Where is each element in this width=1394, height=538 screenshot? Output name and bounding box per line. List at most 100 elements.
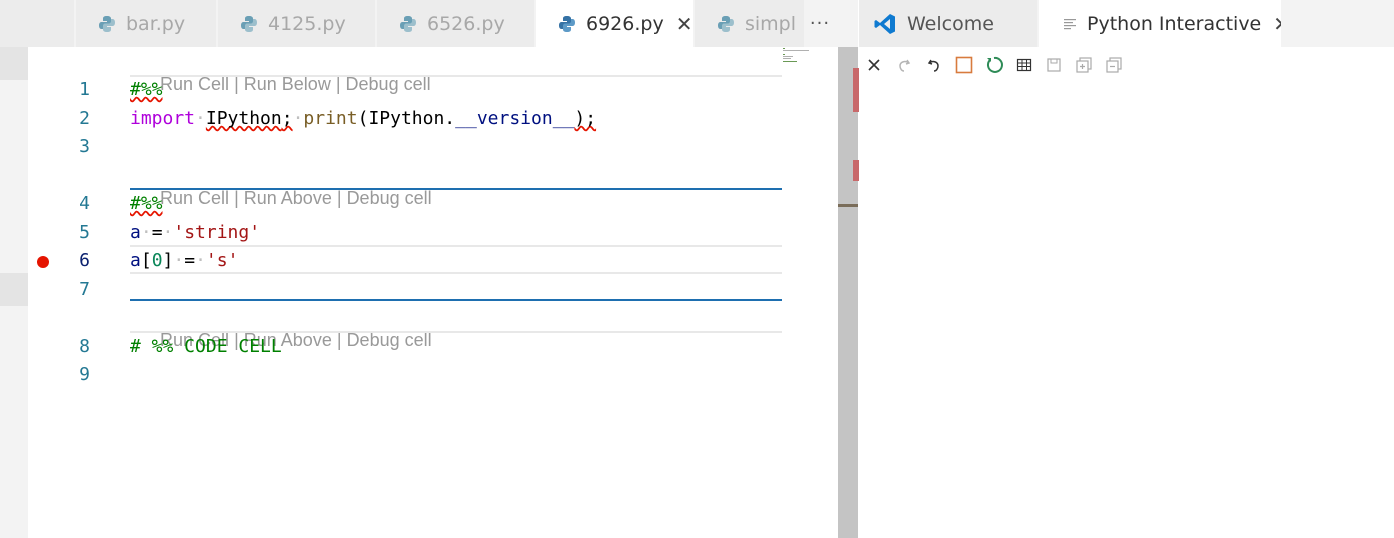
interrupt-icon[interactable] (949, 52, 979, 78)
close-all-icon[interactable] (859, 52, 889, 78)
lens-separator: | (335, 74, 341, 94)
code-lens: Run Cell | Run Below | Debug cell (130, 53, 431, 116)
variables-icon[interactable] (1009, 52, 1039, 78)
code-line-1: #%% (130, 79, 163, 100)
code-line-6: a[0]·=·'s' (130, 250, 239, 271)
cell-marker: #%% (130, 79, 163, 100)
line-number: 1 (79, 79, 90, 100)
variable-token: a (130, 222, 141, 243)
code-token: (IPython. (357, 108, 456, 129)
code-editor[interactable]: Run Cell | Run Below | Debug cell 1 #%% … (28, 47, 838, 538)
tab-label: 4125.py (268, 12, 346, 35)
tab-truncated[interactable] (0, 0, 75, 47)
attribute-token: __version__ (455, 108, 575, 129)
minimap[interactable] (782, 47, 837, 538)
code-token: [ (140, 250, 152, 271)
code-line-5: a·=·'string' (130, 222, 261, 243)
comment-token: # %% CODE CELL (130, 336, 282, 357)
tab-simple[interactable]: simpl (695, 0, 805, 47)
preview-icon (1064, 18, 1076, 29)
close-icon[interactable]: ✕ (676, 12, 693, 36)
code-line-4: #%% (130, 193, 163, 214)
python-icon (241, 15, 257, 32)
variable-token: a (130, 250, 141, 271)
module-token: IPython (205, 108, 282, 129)
operator-token: = (184, 250, 196, 271)
function-token: print (303, 108, 358, 129)
active-cell-bottom-border (130, 299, 782, 301)
tab-bar-filler (1283, 0, 1394, 47)
gutter-highlight (0, 273, 28, 306)
tab-label: simpl (745, 12, 797, 35)
save-icon[interactable] (1039, 52, 1069, 78)
interactive-pane: Welcome Python Interactive ✕ (859, 0, 1394, 538)
vertical-scrollbar[interactable] (838, 47, 858, 538)
tab-4125-py[interactable]: 4125.py (218, 0, 376, 47)
line-number: 7 (79, 279, 90, 300)
code-lens: Run Cell | Run Above | Debug cell (130, 167, 432, 230)
code-token: ); (574, 108, 597, 129)
restart-icon[interactable] (979, 52, 1009, 78)
tab-6926-py[interactable]: 6926.py ✕ (536, 0, 694, 47)
debug-cell-link[interactable]: Debug cell (347, 330, 432, 350)
debug-cell-link[interactable]: Debug cell (347, 188, 432, 208)
line-number: 2 (79, 108, 90, 129)
gutter-highlight (0, 47, 28, 80)
tab-label: bar.py (126, 12, 186, 35)
more-actions-icon[interactable]: ··· (800, 0, 840, 47)
code-line-8: # %% CODE CELL (130, 336, 282, 357)
line-number: 9 (79, 364, 90, 385)
string-token: 'string' (173, 222, 261, 243)
close-icon[interactable]: ✕ (1273, 12, 1281, 36)
expand-all-icon[interactable] (1069, 52, 1099, 78)
cell-marker: #%% (130, 193, 163, 214)
minimap-preview (783, 48, 809, 62)
code-token: ] (162, 250, 174, 271)
cell-separator (130, 75, 782, 77)
current-line-border (130, 272, 782, 274)
code-line-2: import·IPython;·print(IPython.__version_… (130, 108, 597, 129)
undo-icon[interactable] (919, 52, 949, 78)
tab-label: 6926.py (586, 12, 664, 35)
line-number: 4 (79, 193, 90, 214)
active-cell-top-border (130, 188, 782, 190)
editor-tab-bar: bar.py 4125.py 6526.py 6926.py ✕ simpl ·… (0, 0, 858, 47)
line-number: 8 (79, 336, 90, 357)
number-token: 0 (151, 250, 163, 271)
line-number: 5 (79, 222, 90, 243)
run-cell-link[interactable]: Run Cell (160, 74, 229, 94)
tab-label: Welcome (907, 12, 994, 35)
string-token: 's' (205, 250, 239, 271)
editor-pane: bar.py 4125.py 6526.py 6926.py ✕ simpl ·… (0, 0, 859, 538)
python-icon (400, 15, 416, 32)
run-above-link[interactable]: Run Above (244, 188, 332, 208)
python-icon (99, 15, 115, 32)
lens-separator: | (234, 188, 239, 208)
python-icon (718, 15, 734, 32)
line-number: 3 (79, 136, 90, 157)
tab-label: 6526.py (427, 12, 505, 35)
cell-separator (130, 331, 782, 333)
lens-separator: | (336, 188, 342, 208)
interactive-toolbar (859, 52, 1129, 78)
tab-welcome[interactable]: Welcome (859, 0, 1038, 47)
redo-icon[interactable] (889, 52, 919, 78)
run-below-link[interactable]: Run Below (244, 74, 331, 94)
lens-separator: | (234, 74, 239, 94)
run-cell-link[interactable]: Run Cell (160, 188, 229, 208)
keyword-token: import (130, 108, 196, 129)
line-number: 6 (79, 250, 90, 271)
vscode-logo-icon (874, 13, 895, 34)
python-icon (559, 15, 575, 32)
scrollbar-divider (838, 204, 858, 207)
operator-token: = (151, 222, 163, 243)
lens-separator: | (336, 330, 342, 350)
tab-label: Python Interactive (1087, 12, 1262, 35)
tab-bar-py[interactable]: bar.py (76, 0, 217, 47)
tab-python-interactive[interactable]: Python Interactive ✕ (1039, 0, 1282, 47)
semicolon-token: ; (281, 108, 293, 129)
collapse-all-icon[interactable] (1099, 52, 1129, 78)
current-line-border (130, 245, 782, 247)
debug-cell-link[interactable]: Debug cell (346, 74, 431, 94)
tab-6526-py[interactable]: 6526.py (377, 0, 535, 47)
